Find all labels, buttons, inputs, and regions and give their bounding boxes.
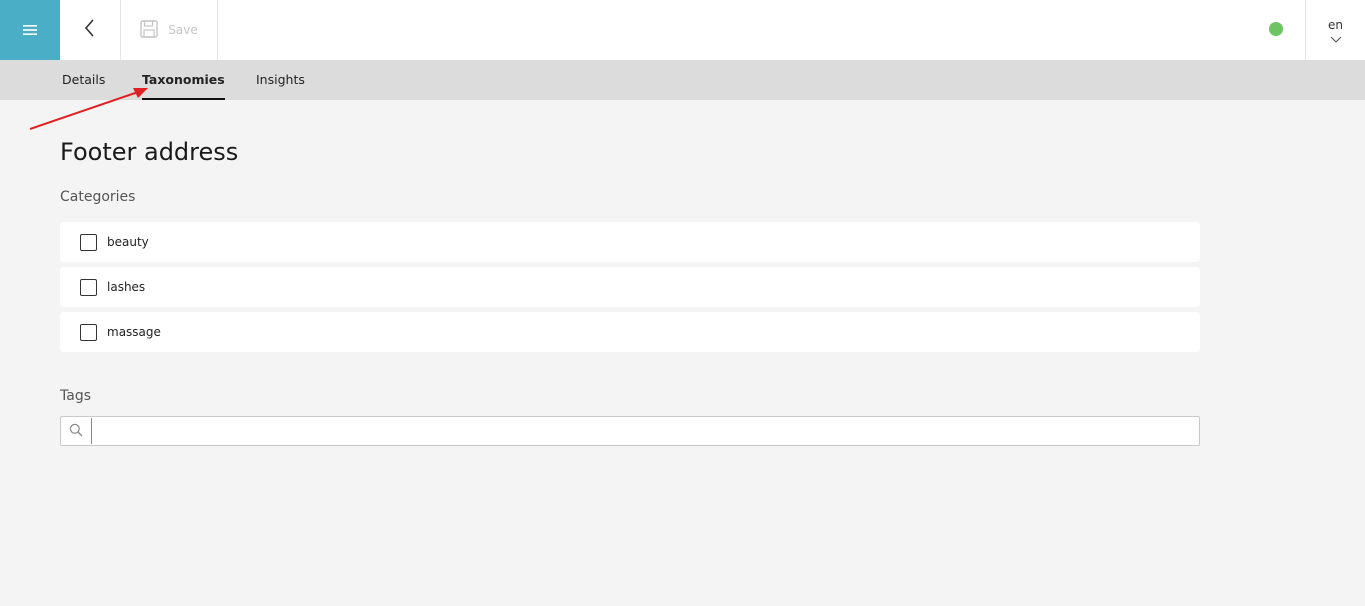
category-checkbox[interactable] xyxy=(80,323,97,341)
search-icon xyxy=(69,422,83,441)
categories-heading: Categories xyxy=(60,189,136,205)
category-checkbox[interactable] xyxy=(80,278,97,296)
chevron-down-icon xyxy=(1330,32,1342,46)
tab-taxonomies[interactable]: Taxonomies xyxy=(142,60,225,100)
tags-input[interactable] xyxy=(91,418,1199,444)
status-indicator xyxy=(1269,22,1283,36)
language-label: en xyxy=(1328,18,1343,32)
save-button[interactable]: Save xyxy=(120,0,218,60)
tags-heading: Tags xyxy=(60,388,91,404)
category-checkbox[interactable] xyxy=(80,233,97,251)
category-row[interactable]: massage xyxy=(60,312,1200,352)
category-label: beauty xyxy=(107,235,149,249)
tab-insights[interactable]: Insights xyxy=(256,60,305,100)
category-row[interactable]: beauty xyxy=(60,222,1200,262)
language-selector[interactable]: en xyxy=(1305,0,1365,60)
menu-button[interactable] xyxy=(0,0,60,60)
save-label: Save xyxy=(168,23,198,37)
tab-details[interactable]: Details xyxy=(62,60,105,100)
chevron-left-icon xyxy=(84,19,96,41)
category-label: massage xyxy=(107,325,161,339)
page-title: Footer address xyxy=(60,138,239,166)
top-toolbar: Save en xyxy=(0,0,1365,60)
tags-field[interactable] xyxy=(60,416,1200,446)
category-row[interactable]: lashes xyxy=(60,267,1200,307)
category-label: lashes xyxy=(107,280,146,294)
hamburger-icon xyxy=(23,21,37,40)
floppy-disk-icon xyxy=(140,19,158,41)
tab-bar: Details Taxonomies Insights xyxy=(0,60,1365,100)
back-button[interactable] xyxy=(60,0,120,60)
